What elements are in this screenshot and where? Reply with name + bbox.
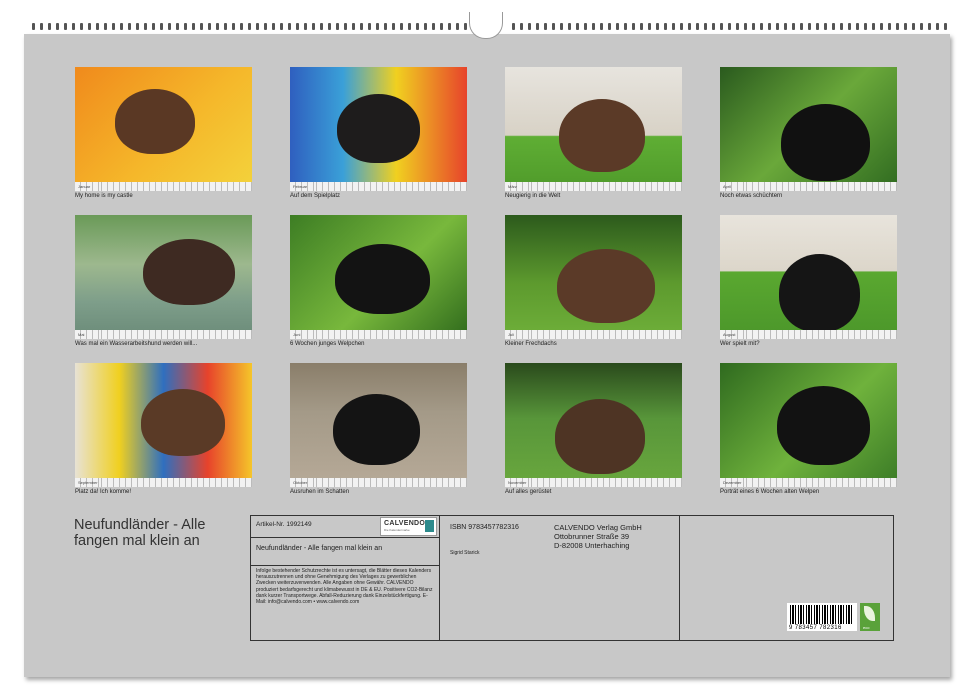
- divider: [251, 537, 439, 538]
- article-number: Artikel-Nr. 1992149: [256, 521, 312, 528]
- month-photo: November: [505, 363, 682, 487]
- calendar-day-strip: Juni: [290, 330, 467, 339]
- month-photo: Mai: [75, 215, 252, 339]
- eco-leaf-icon: eco: [860, 603, 880, 631]
- photo-caption: Neugierig in die Welt: [505, 193, 561, 199]
- month-photo: April: [720, 67, 897, 191]
- photo-caption: Kleiner Frechdachs: [505, 341, 557, 347]
- calendar-day-strip: Dezember: [720, 478, 897, 487]
- month-photo: Februar: [290, 67, 467, 191]
- month-photo: Juni: [290, 215, 467, 339]
- puppy-figure: [333, 394, 420, 465]
- photo-caption: 6 Wochen junges Welpchen: [290, 341, 365, 347]
- photo-caption: Porträt eines 6 Wochen alten Welpen: [720, 489, 820, 495]
- month-photo: Dezember: [720, 363, 897, 487]
- barcode: 9 783457 782316: [787, 603, 857, 631]
- month-photo: Oktober: [290, 363, 467, 487]
- puppy-figure: [559, 99, 645, 172]
- puppy-figure: [337, 94, 420, 163]
- calendar-title: Neufundländer - Alle fangen mal klein an: [74, 517, 206, 549]
- puppy-figure: [141, 389, 225, 456]
- calendar-day-strip: August: [720, 330, 897, 339]
- puppy-figure: [781, 104, 870, 181]
- photo-caption: Auf dem Spielplatz: [290, 193, 341, 199]
- month-photo: September: [75, 363, 252, 487]
- photo-caption: Noch etwas schüchtern: [720, 193, 783, 199]
- puppy-figure: [115, 89, 195, 154]
- month-photo: Januar: [75, 67, 252, 191]
- puppy-figure: [143, 239, 235, 305]
- subtitle: Neufundländer - Alle fangen mal klein an: [256, 545, 383, 552]
- calendar-day-strip: Mai: [75, 330, 252, 339]
- month-photo: August: [720, 215, 897, 339]
- puppy-figure: [557, 249, 655, 323]
- photo-caption: Auf alles gerüstet: [505, 489, 552, 495]
- photo-caption: Was mal ein Wasserarbeitshund werden wil…: [75, 341, 198, 347]
- author: Sigrid Starick: [450, 550, 480, 556]
- legal-text: Infolge bestehender Schutzrechte ist es …: [256, 568, 433, 606]
- puppy-figure: [335, 244, 430, 314]
- calendar-day-strip: Oktober: [290, 478, 467, 487]
- calendar-day-strip: April: [720, 182, 897, 191]
- calendar-day-strip: Februar: [290, 182, 467, 191]
- puppy-figure: [777, 386, 870, 465]
- calendar-day-strip: März: [505, 182, 682, 191]
- photo-caption: My home is my castle: [75, 193, 133, 199]
- calendar-day-strip: Januar: [75, 182, 252, 191]
- photo-caption: Ausruhen im Schatten: [290, 489, 350, 495]
- calendar-day-strip: November: [505, 478, 682, 487]
- calendar-day-strip: Juli: [505, 330, 682, 339]
- month-photo: März: [505, 67, 682, 191]
- photo-caption: Wer spielt mit?: [720, 341, 760, 347]
- calendar-day-strip: September: [75, 478, 252, 487]
- publisher-address: CALVENDO Verlag GmbH Ottobrunner Straße …: [554, 523, 642, 550]
- month-photo: Juli: [505, 215, 682, 339]
- photo-caption: Platz da! Ich komme!: [75, 489, 132, 495]
- puppy-figure: [779, 254, 860, 332]
- puppy-figure: [555, 399, 645, 474]
- isbn: ISBN 9783457782316: [450, 524, 519, 531]
- calvendo-logo: CALVENDO Die Kalendermarke: [380, 517, 437, 536]
